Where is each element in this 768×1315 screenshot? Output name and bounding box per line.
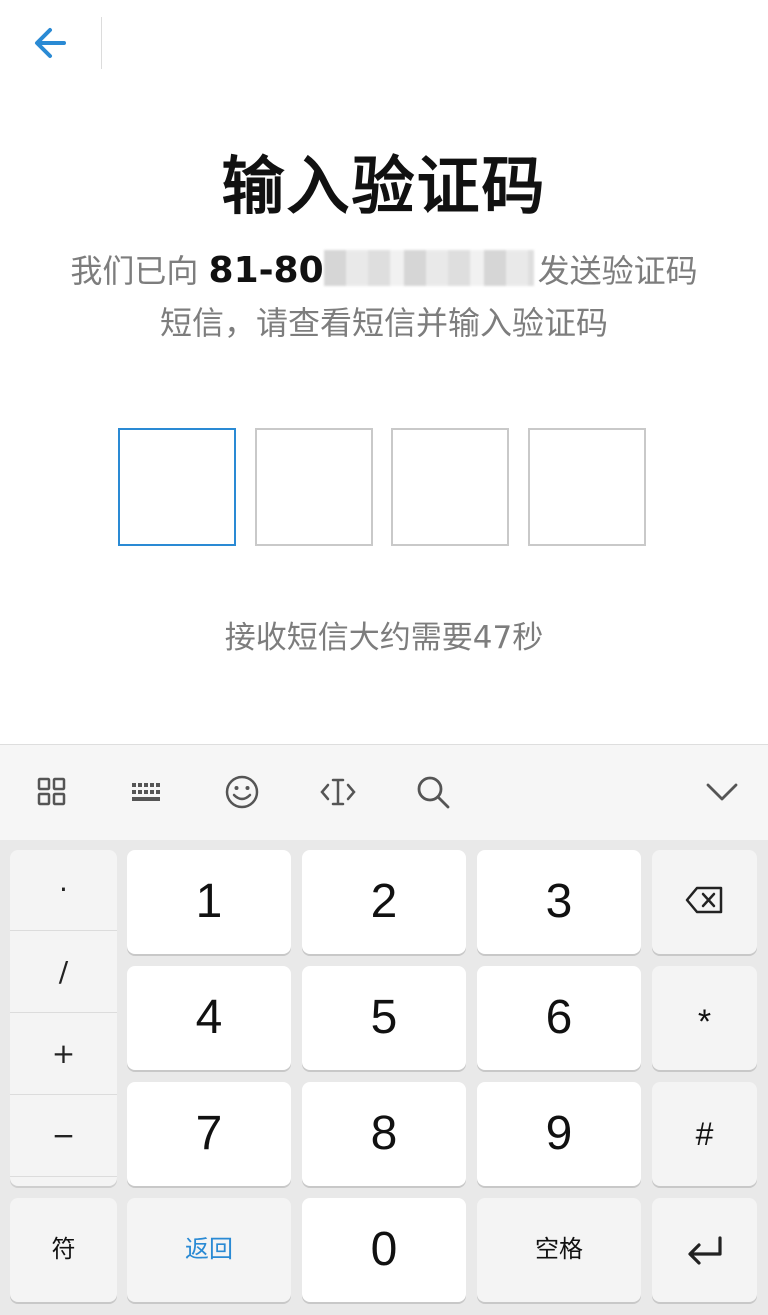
enter-icon (688, 1236, 722, 1265)
keyboard-toolbar (0, 744, 768, 841)
search-icon[interactable] (413, 772, 453, 812)
top-bar (0, 0, 768, 86)
key-0[interactable]: 0 (302, 1198, 466, 1302)
key-8[interactable]: 8 (302, 1082, 466, 1186)
key-3[interactable]: 3 (477, 850, 641, 954)
code-box-3[interactable] (391, 428, 509, 546)
key-minus[interactable]: − (10, 1096, 117, 1177)
instruction-suffix: 发送验证码 (537, 252, 698, 290)
key-9[interactable]: 9 (477, 1082, 641, 1186)
key-2[interactable]: 2 (302, 850, 466, 954)
key-dot[interactable]: · (10, 850, 117, 931)
backspace-icon (685, 886, 723, 914)
space-key[interactable]: 空格 (477, 1198, 641, 1302)
back-key[interactable]: 返回 (127, 1198, 291, 1302)
key-7[interactable]: 7 (127, 1082, 291, 1186)
emoji-icon[interactable] (222, 772, 262, 812)
back-button[interactable] (28, 20, 74, 66)
symbol-key[interactable]: 符 (10, 1198, 117, 1302)
key-1[interactable]: 1 (127, 850, 291, 954)
phone-number: 81-80 (208, 250, 324, 291)
key-hash[interactable]: # (652, 1082, 757, 1186)
cursor-icon[interactable] (318, 772, 358, 812)
keyboard-icon[interactable] (127, 772, 167, 812)
key-slash[interactable]: / (10, 932, 117, 1013)
code-box-2[interactable] (255, 428, 373, 546)
key-5[interactable]: 5 (302, 966, 466, 1070)
arrow-left-icon (35, 28, 66, 58)
grid-icon[interactable] (32, 772, 72, 812)
sms-timer-text: 接收短信大约需要47秒 (224, 620, 544, 656)
instruction-line-2: 短信，请查看短信并输入验证码 (159, 304, 608, 342)
chevron-down-icon[interactable] (702, 772, 742, 812)
code-box-1[interactable] (118, 428, 236, 546)
instruction-line-1: 我们已向 81-80 发送验证码 (0, 246, 768, 292)
code-box-4[interactable] (528, 428, 646, 546)
instruction-prefix: 我们已向 (70, 252, 199, 290)
key-4[interactable]: 4 (127, 966, 291, 1070)
enter-key[interactable] (652, 1198, 757, 1302)
key-star[interactable]: * (652, 966, 757, 1070)
key-6[interactable]: 6 (477, 966, 641, 1070)
delete-button[interactable] (652, 850, 757, 954)
page-title: 输入验证码 (221, 150, 547, 223)
symbol-column: · / + − (10, 850, 117, 1186)
key-plus[interactable]: + (10, 1014, 117, 1095)
topbar-divider (101, 17, 102, 69)
numeric-keyboard: · / + − 1 2 3 4 5 6 * 7 8 9 # 符 返回 0 空格 (0, 840, 768, 1315)
masked-phone-digits (323, 250, 534, 286)
